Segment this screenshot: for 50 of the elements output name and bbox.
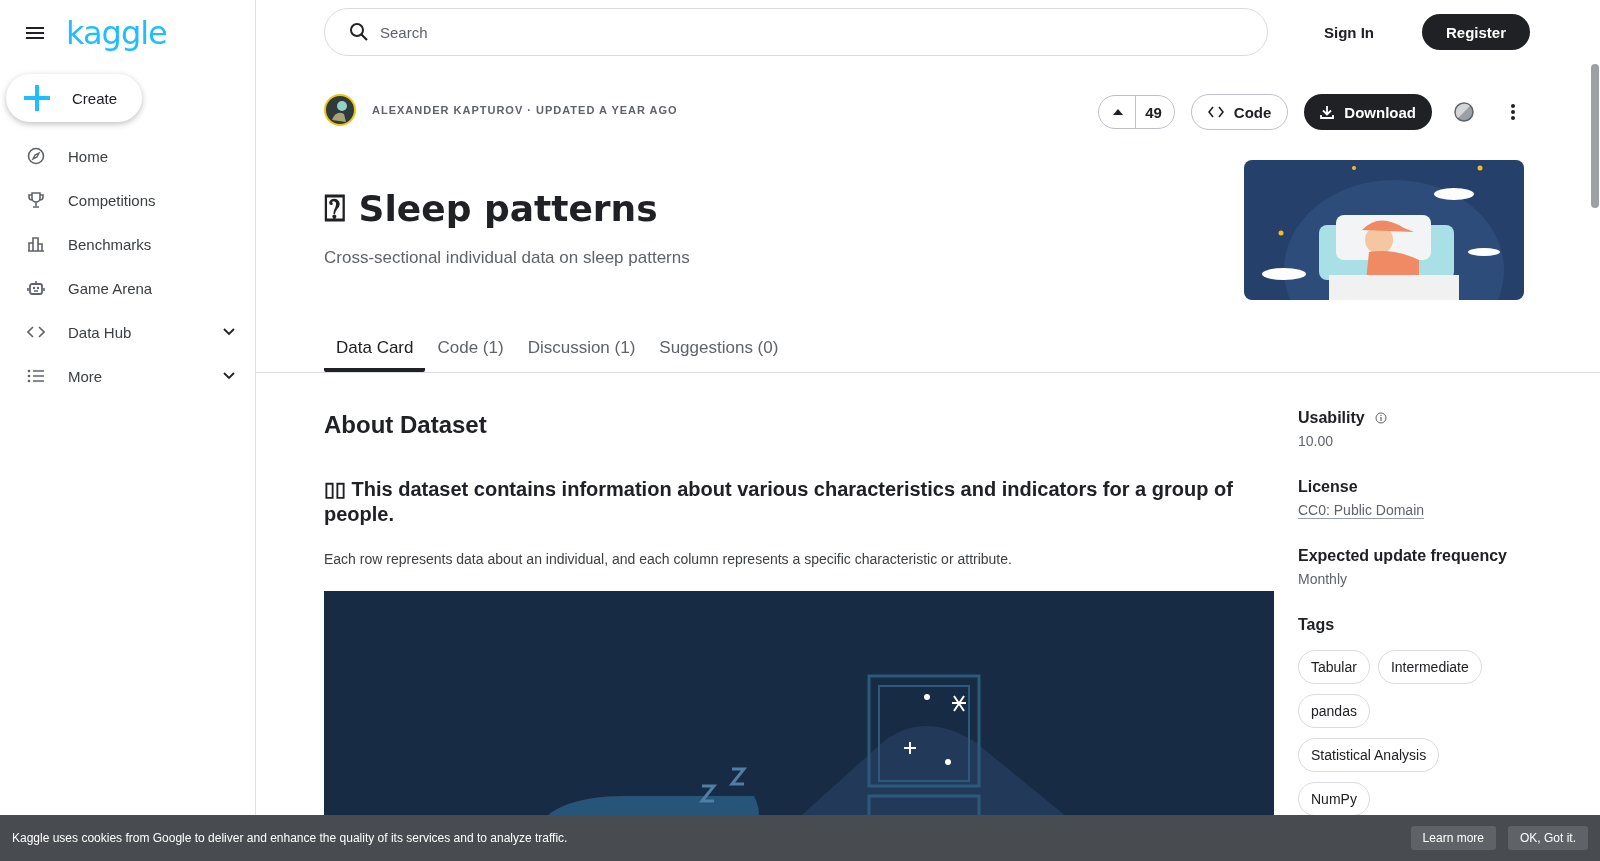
bar-chart-icon (27, 235, 45, 253)
menu-icon[interactable] (26, 27, 44, 39)
meta-value: Monthly (1298, 571, 1348, 587)
list-icon (27, 367, 45, 385)
more-options-icon[interactable] (1510, 103, 1516, 121)
meta-label: Expected update frequency (1298, 547, 1507, 565)
learn-more-button[interactable]: Learn more (1410, 826, 1496, 850)
create-button[interactable]: Create (6, 74, 142, 122)
caret-up-icon (1113, 109, 1124, 115)
trophy-icon (27, 191, 45, 209)
nav-item[interactable]: Benchmarks (0, 222, 255, 266)
sign-in-button[interactable]: Sign In (1316, 15, 1382, 49)
meta-label: Usability (1298, 409, 1365, 427)
author-byline: ALEXANDER KAPTUROV · UPDATED A YEAR AGO (372, 104, 678, 116)
tab[interactable]: Suggestions (0) (647, 330, 791, 372)
nav-item[interactable]: Data Hub (0, 310, 255, 354)
chevron-down-icon (223, 328, 235, 336)
robot-icon (27, 279, 45, 297)
info-icon[interactable] (1374, 412, 1387, 424)
intro-heading: ▯▯ This dataset contains information about various characteristics and indicators for a group of people. (324, 477, 1234, 527)
nav-item[interactable]: Competitions (0, 178, 255, 222)
scrollbar-thumb[interactable] (1591, 64, 1599, 208)
code-icon (1207, 106, 1224, 118)
chevron-down-icon (223, 372, 235, 380)
search-icon (349, 22, 369, 42)
tab[interactable]: Discussion (1) (515, 330, 648, 372)
download-icon (1320, 105, 1335, 119)
ok-button[interactable]: OK, Got it. (1508, 826, 1588, 850)
meta-label: License (1298, 478, 1358, 496)
compass-icon (27, 147, 45, 165)
search-field[interactable]: Search (324, 8, 1268, 56)
tab[interactable]: Data Card (324, 330, 426, 372)
nav-item[interactable]: Home (0, 134, 255, 178)
code-button[interactable]: Code (1190, 94, 1289, 130)
register-button[interactable]: Register (1422, 14, 1531, 50)
nav-item[interactable]: More (0, 354, 255, 398)
avatar-icon[interactable] (324, 94, 356, 126)
dataset-title: ⍰ Sleep patterns (324, 188, 659, 230)
section-heading: About Dataset (324, 411, 488, 439)
meta-value: 10.00 (1298, 433, 1334, 449)
tab[interactable]: Code (1) (425, 330, 516, 372)
dataset-subtitle: Cross-sectional individual data on sleep patterns (324, 248, 690, 268)
download-button[interactable]: Download (1304, 94, 1432, 130)
contrast-icon[interactable] (1454, 102, 1474, 122)
cookie-message: Kaggle uses cookies from Google to deliver and enhance the quality of its services and to analyze traffic. (12, 831, 569, 845)
nav-item[interactable]: Game Arena (0, 266, 255, 310)
license-link[interactable]: CC0: Public Domain (1298, 502, 1425, 519)
tags-heading: Tags (1298, 616, 1336, 634)
plus-icon (24, 85, 50, 111)
description-text: Each row represents data about an individual, and each column represents a specific characteristic or attribute. (324, 551, 1013, 567)
